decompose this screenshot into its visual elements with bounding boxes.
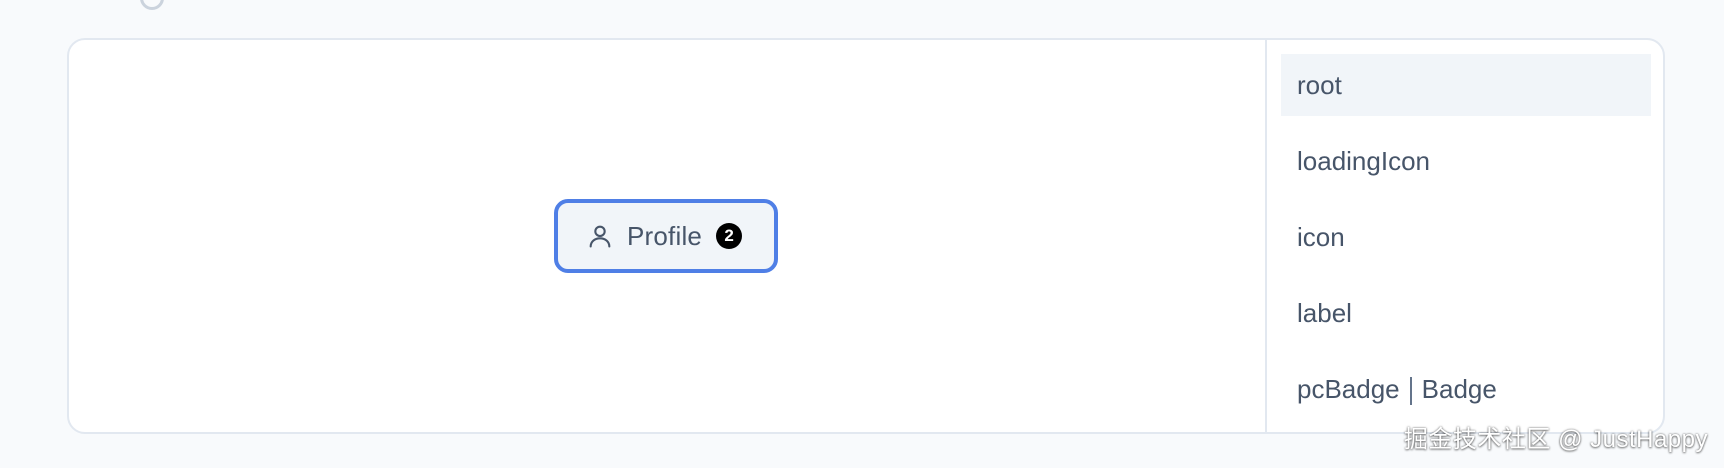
profile-button-label: Profile [627,221,703,251]
section-item-label[interactable]: label [1281,282,1651,344]
profile-badge: 2 [716,223,743,249]
section-item-icon[interactable]: icon [1281,206,1651,268]
clipped-top-icon [140,0,164,10]
section-item-pcbadge[interactable]: pcBadge Badge [1281,358,1651,420]
component-preview-panel: Profile 2 root loadingIcon icon label pc… [67,38,1665,434]
section-item-label: label [1297,297,1352,328]
section-item-loadingicon[interactable]: loadingIcon [1281,130,1651,192]
user-icon [585,221,615,251]
section-item-label: root [1297,69,1342,100]
section-item-label: icon [1297,221,1345,252]
section-item-label: pcBadge [1297,373,1400,404]
section-item-label: loadingIcon [1297,145,1430,176]
watermark: 掘金技术社区 @ JustHappy [1403,426,1708,453]
separator [1409,377,1412,405]
section-item-root[interactable]: root [1281,54,1651,116]
profile-button[interactable]: Profile 2 [554,199,778,273]
section-item-suffix: Badge [1421,373,1497,404]
pt-section-list: root loadingIcon icon label pcBadge Badg… [1267,40,1663,432]
